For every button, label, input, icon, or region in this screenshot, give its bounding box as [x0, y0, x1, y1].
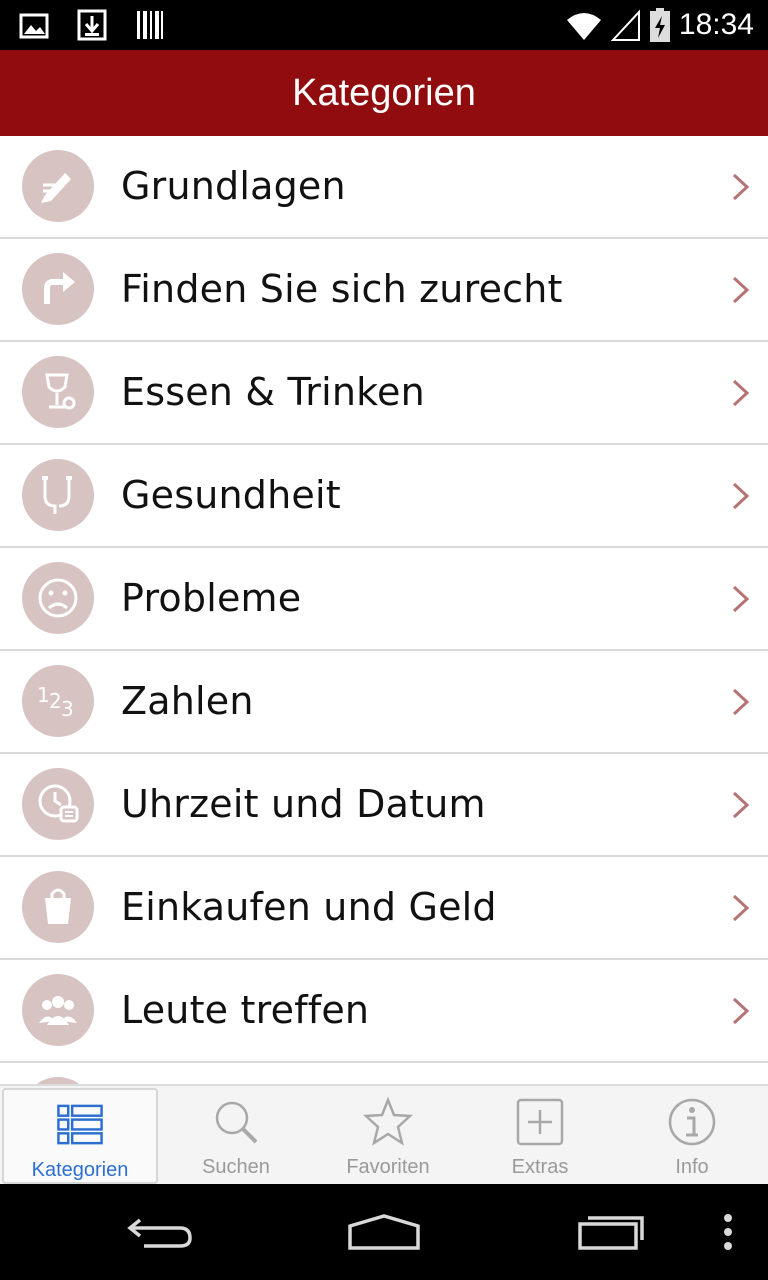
category-item-zahlen[interactable]: 123 Zahlen — [0, 651, 768, 754]
home-icon — [348, 1214, 420, 1250]
category-item-einkaufen[interactable]: Einkaufen und Geld — [0, 857, 768, 960]
category-item-gesundheit[interactable]: Gesundheit — [0, 445, 768, 548]
list-icon — [57, 1104, 103, 1145]
chevron-right-icon — [732, 173, 750, 201]
chevron-right-icon — [732, 379, 750, 407]
menu-button[interactable] — [706, 1184, 750, 1280]
tab-suchen[interactable]: Suchen — [160, 1086, 312, 1186]
page-title: Kategorien — [292, 71, 476, 114]
category-list: Grundlagen Finden Sie sich zurecht Essen… — [0, 136, 768, 1084]
category-label: Einkaufen und Geld — [121, 885, 497, 929]
svg-text:1: 1 — [37, 683, 50, 707]
back-icon — [127, 1218, 192, 1248]
chevron-right-icon — [732, 482, 750, 510]
tab-label: Info — [675, 1156, 709, 1178]
category-label: Probleme — [121, 576, 302, 620]
tab-label: Kategorien — [31, 1159, 129, 1181]
category-label: Zahlen — [121, 679, 254, 723]
star-icon — [362, 1096, 414, 1146]
info-icon — [668, 1098, 716, 1146]
category-item-leute[interactable]: Leute treffen — [0, 960, 768, 1063]
navigation-bar — [0, 1184, 768, 1280]
category-item-finden[interactable]: Finden Sie sich zurecht — [0, 239, 768, 342]
app-header: Kategorien — [0, 50, 768, 136]
recent-apps-button[interactable] — [560, 1184, 660, 1280]
status-bar: 18:34 — [0, 0, 768, 50]
tab-label: Favoriten — [346, 1156, 430, 1178]
stethoscope-icon — [22, 459, 94, 531]
glass-icon — [22, 356, 94, 428]
category-label: Finden Sie sich zurecht — [121, 267, 563, 311]
tab-label: Suchen — [202, 1156, 270, 1178]
svg-text:3: 3 — [61, 697, 74, 721]
search-icon — [215, 1101, 258, 1144]
category-item-essen[interactable]: Essen & Trinken — [0, 342, 768, 445]
back-button[interactable] — [110, 1184, 210, 1280]
plus-box-icon — [516, 1098, 564, 1146]
people-icon — [22, 974, 94, 1046]
wifi-icon — [566, 13, 601, 40]
chevron-right-icon — [732, 688, 750, 716]
clock-time: 18:34 — [678, 8, 754, 41]
category-label: Gesundheit — [121, 473, 341, 517]
category-icon — [22, 1077, 94, 1084]
home-button[interactable] — [334, 1184, 434, 1280]
recent-apps-icon — [578, 1216, 644, 1250]
chevron-right-icon — [732, 997, 750, 1025]
chevron-right-icon — [732, 585, 750, 613]
pencil-icon — [22, 150, 94, 222]
category-item-probleme[interactable]: Probleme — [0, 548, 768, 651]
tab-kategorien[interactable]: Kategorien — [2, 1088, 158, 1184]
image-icon — [19, 13, 49, 39]
category-label: Essen & Trinken — [121, 370, 425, 414]
chevron-right-icon — [732, 791, 750, 819]
barcode-icon — [137, 11, 163, 39]
more-vertical-icon — [724, 1214, 732, 1250]
tab-info[interactable]: Info — [616, 1086, 768, 1186]
sad-face-icon — [22, 562, 94, 634]
chevron-right-icon — [732, 276, 750, 304]
download-icon — [77, 9, 107, 41]
category-label: Grundlagen — [121, 164, 346, 208]
numbers-icon: 123 — [22, 665, 94, 737]
clock-icon — [22, 768, 94, 840]
svg-text:2: 2 — [49, 689, 62, 713]
chevron-right-icon — [732, 894, 750, 922]
shopping-bag-icon — [22, 871, 94, 943]
tab-favoriten[interactable]: Favoriten — [312, 1086, 464, 1186]
tab-extras[interactable]: Extras — [464, 1086, 616, 1186]
category-item-uhrzeit[interactable]: Uhrzeit und Datum — [0, 754, 768, 857]
tab-label: Extras — [511, 1156, 569, 1178]
category-item-grundlagen[interactable]: Grundlagen — [0, 136, 768, 239]
tab-bar: Kategorien Suchen Favoriten Extras Info — [0, 1084, 768, 1186]
category-label: Leute treffen — [121, 988, 370, 1032]
battery-icon — [649, 8, 670, 42]
signal-icon — [610, 9, 640, 41]
category-label: Uhrzeit und Datum — [121, 782, 486, 826]
turn-arrow-icon — [22, 253, 94, 325]
category-item-partial[interactable] — [0, 1063, 768, 1084]
